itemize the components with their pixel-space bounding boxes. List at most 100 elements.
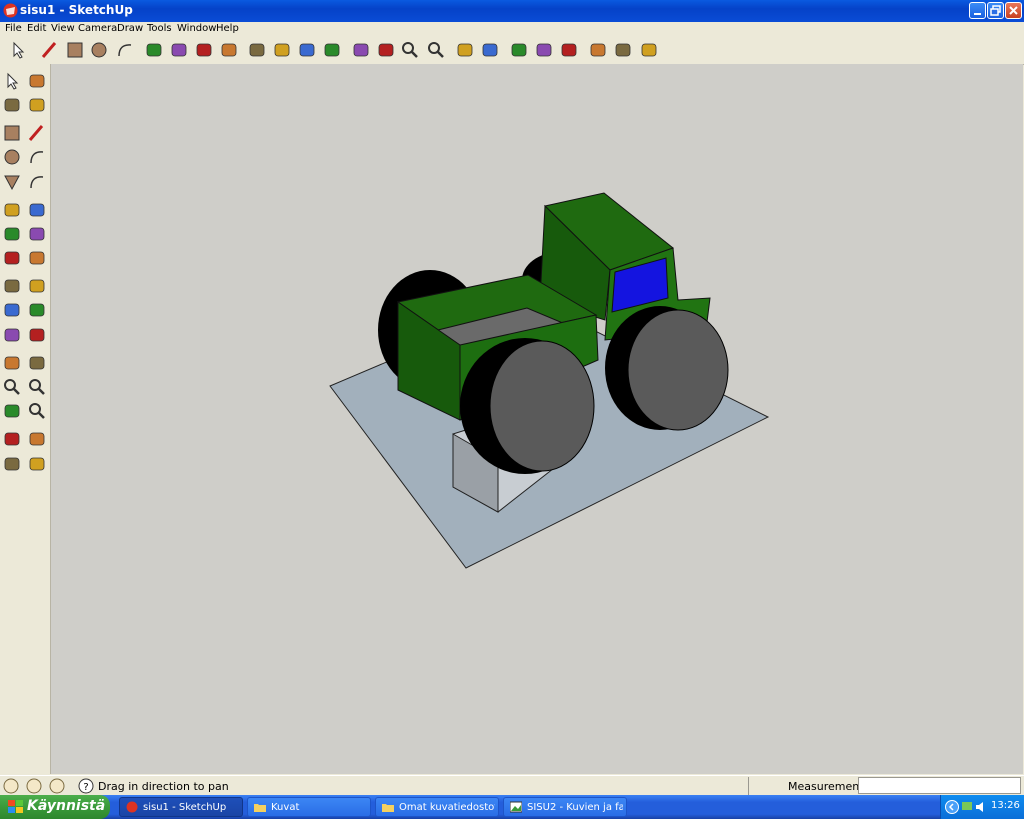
look-around-icon[interactable] — [27, 429, 47, 449]
freehand-icon[interactable] — [27, 172, 47, 192]
minimize-icon — [974, 13, 981, 15]
tractor-model[interactable] — [51, 64, 1023, 774]
taskbar: Käynnistä sisu1 - SketchUp Kuvat Omat ku… — [0, 795, 1024, 819]
polygon-icon[interactable] — [2, 172, 22, 192]
push-pull-icon[interactable] — [247, 40, 267, 60]
zoom-window-icon[interactable] — [27, 377, 47, 397]
rectangle-icon[interactable] — [2, 123, 22, 143]
select-icon[interactable] — [2, 71, 22, 91]
task-sketchup[interactable]: sisu1 - SketchUp — [119, 797, 243, 817]
pencil-icon[interactable] — [40, 40, 60, 60]
follow-me-icon[interactable] — [27, 224, 47, 244]
menu-file[interactable]: File — [5, 22, 22, 35]
menu-tools[interactable]: Tools — [147, 22, 172, 35]
tape-measure-icon[interactable] — [194, 40, 214, 60]
walk-icon[interactable] — [2, 454, 22, 474]
arc-icon[interactable] — [115, 40, 135, 60]
rotate-icon[interactable] — [2, 224, 22, 244]
start-button[interactable]: Käynnistä — [0, 795, 110, 819]
select-icon[interactable] — [8, 40, 28, 60]
menu-view[interactable]: View — [51, 22, 75, 35]
network-icon[interactable] — [961, 800, 973, 814]
picture-viewer-icon — [510, 801, 522, 813]
zoom-icon[interactable] — [400, 40, 420, 60]
walk-icon[interactable] — [534, 40, 554, 60]
move-icon[interactable] — [272, 40, 292, 60]
previous-view-icon[interactable] — [455, 40, 475, 60]
user-icon — [49, 778, 65, 794]
volume-icon[interactable] — [975, 800, 987, 814]
sketchup-icon — [3, 3, 18, 18]
position-camera-icon[interactable] — [2, 429, 22, 449]
menu-camera[interactable]: Camera — [78, 22, 117, 35]
status-bar: ? Drag in direction to pan Measurements — [0, 775, 1024, 796]
folder-icon — [254, 804, 266, 812]
geo-location-icon — [3, 778, 19, 794]
make-component-icon[interactable] — [27, 71, 47, 91]
zoom-extents-icon[interactable] — [426, 40, 446, 60]
windows-logo-icon — [8, 800, 23, 813]
arc-icon[interactable] — [27, 147, 47, 167]
minimize-button[interactable] — [969, 2, 986, 19]
scale-icon[interactable] — [2, 248, 22, 268]
offset-icon[interactable] — [27, 248, 47, 268]
restore-icon — [990, 5, 1001, 16]
tape-measure-icon[interactable] — [2, 276, 22, 296]
text-icon[interactable] — [27, 300, 47, 320]
status-icons — [3, 778, 65, 794]
next-view-icon[interactable] — [480, 40, 500, 60]
get-models-icon[interactable] — [613, 40, 633, 60]
menu-edit[interactable]: Edit — [27, 22, 46, 35]
protractor-icon[interactable] — [2, 300, 22, 320]
sketchup-icon — [126, 801, 138, 813]
menu-draw[interactable]: Draw — [117, 22, 143, 35]
zoom-icon[interactable] — [2, 377, 22, 397]
close-button[interactable] — [1005, 2, 1022, 19]
help-icon[interactable]: ? — [78, 778, 94, 794]
orbit-icon[interactable] — [351, 40, 371, 60]
task-kuvat[interactable]: Kuvat — [247, 797, 371, 817]
pan-icon[interactable] — [27, 353, 47, 373]
circle-icon[interactable] — [89, 40, 109, 60]
paint-bucket-icon[interactable] — [219, 40, 239, 60]
window-title: sisu1 - SketchUp — [20, 3, 133, 17]
eraser-icon[interactable] — [169, 40, 189, 60]
pan-icon[interactable] — [376, 40, 396, 60]
task-omat-kuvatiedostot[interactable]: Omat kuvatiedostot — [375, 797, 499, 817]
position-camera-icon[interactable] — [509, 40, 529, 60]
paint-bucket-icon[interactable] — [2, 95, 22, 115]
3d-text-icon[interactable] — [27, 325, 47, 345]
dimension-icon[interactable] — [27, 276, 47, 296]
previous-icon[interactable] — [2, 401, 22, 421]
share-model-icon[interactable] — [639, 40, 659, 60]
clock: 13:26 — [991, 800, 1020, 811]
axes-icon[interactable] — [2, 325, 22, 345]
restore-button[interactable] — [987, 2, 1004, 19]
line-icon[interactable] — [27, 123, 47, 143]
push-pull-icon[interactable] — [27, 200, 47, 220]
circle-icon[interactable] — [2, 147, 22, 167]
follow-me-icon[interactable] — [322, 40, 342, 60]
move-icon[interactable] — [2, 200, 22, 220]
section-plane-icon[interactable] — [588, 40, 608, 60]
orbit-icon[interactable] — [2, 353, 22, 373]
start-label: Käynnistä — [27, 798, 106, 814]
task-sisu2[interactable]: SISU2 - Kuvien ja fak... — [503, 797, 627, 817]
menu-help[interactable]: Help — [216, 22, 239, 35]
zoom-extents-icon[interactable] — [27, 401, 47, 421]
measurements-box[interactable] — [858, 777, 1021, 794]
rectangle-icon[interactable] — [65, 40, 85, 60]
rotate-icon[interactable] — [297, 40, 317, 60]
section-plane-icon[interactable] — [27, 454, 47, 474]
status-hint: Drag in direction to pan — [98, 780, 229, 793]
model-viewport[interactable] — [51, 64, 1023, 774]
svg-text:?: ? — [83, 782, 88, 793]
eraser-icon[interactable] — [27, 95, 47, 115]
credits-icon — [26, 778, 42, 794]
make-component-icon[interactable] — [144, 40, 164, 60]
wheel-front-left — [489, 340, 595, 472]
look-around-icon[interactable] — [559, 40, 579, 60]
tray-expand-icon[interactable] — [945, 800, 959, 814]
title-bar[interactable]: sisu1 - SketchUp — [0, 0, 1024, 22]
menu-window[interactable]: Window — [177, 22, 216, 35]
